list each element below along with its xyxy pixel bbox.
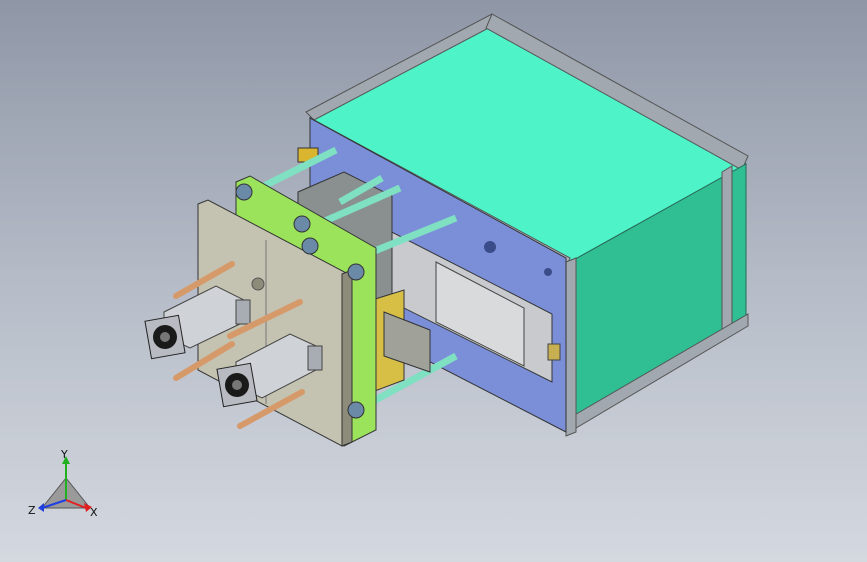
- x-axis-label: X: [90, 506, 98, 519]
- slide-stop-bracket: [547, 343, 561, 361]
- cad-model-assembly[interactable]: [0, 0, 867, 562]
- y-axis-label: Y: [60, 448, 68, 461]
- cad-viewport[interactable]: Y X Z: [0, 0, 867, 562]
- front-base-plate-edge: [341, 269, 353, 447]
- frame-post-right: [721, 165, 733, 337]
- back-plate-hole: [484, 241, 496, 253]
- back-plate-hole: [544, 268, 552, 276]
- z-axis-arrowhead: [38, 503, 44, 512]
- frame-post-front: [565, 257, 577, 437]
- axis-triad[interactable]: Y X Z: [26, 448, 106, 528]
- z-axis-label: Z: [28, 504, 36, 517]
- plate-hole: [251, 277, 265, 291]
